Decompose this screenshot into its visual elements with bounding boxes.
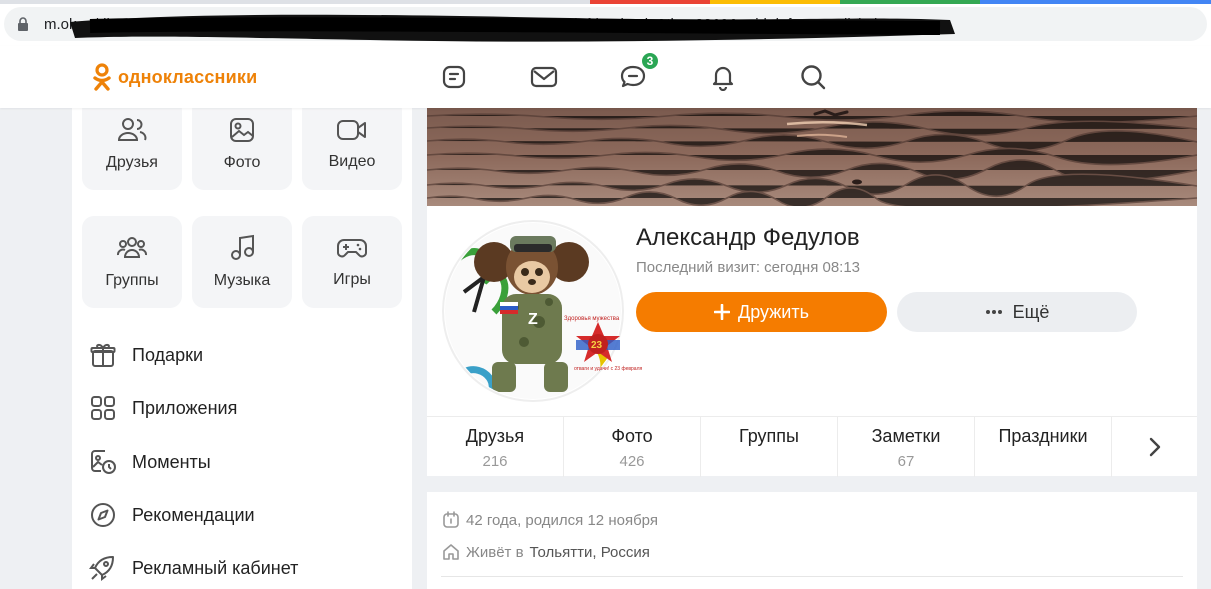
tile-video[interactable]: Видео	[302, 98, 402, 190]
photo-icon	[230, 118, 254, 142]
plus-icon	[714, 304, 731, 320]
tile-label: Игры	[333, 271, 371, 288]
tile-label: Друзья	[106, 154, 158, 171]
home-icon	[443, 544, 459, 560]
search-icon[interactable]	[798, 62, 828, 92]
profile-tabs: Друзья 216 Фото 426 Группы Заметки 67 Пр…	[427, 416, 1197, 477]
menu-item-ad-cabinet[interactable]: Рекламный кабинет	[88, 552, 298, 584]
add-friend-button[interactable]: Дружить	[636, 292, 887, 332]
tile-label: Фото	[223, 154, 261, 171]
tile-label: Группы	[105, 272, 159, 289]
avatar-sticker-number: 23	[591, 340, 603, 351]
menu-item-label: Рекомендации	[132, 504, 255, 525]
notifications-icon[interactable]	[708, 62, 738, 92]
site-header: одноклассники 3	[0, 46, 1211, 108]
menu-item-apps[interactable]: Приложения	[88, 392, 237, 424]
moments-icon	[88, 447, 118, 477]
last-visit: Последний визит: сегодня 08:13	[636, 259, 861, 276]
menu-item-recommendations[interactable]: Рекомендации	[88, 499, 255, 531]
tab-holidays[interactable]: Праздники	[975, 417, 1112, 477]
friends-icon	[117, 118, 147, 141]
tab-friends[interactable]: Друзья 216	[427, 417, 564, 477]
messages-icon[interactable]	[529, 62, 559, 92]
menu-item-moments[interactable]: Моменты	[88, 446, 211, 478]
avatar[interactable]: Z 23 Здоровья мужества отваги и удачи! с…	[444, 222, 642, 400]
chevron-right-icon	[1149, 437, 1160, 457]
avatar-sticker-bottom-text: отваги и удачи! с 23 февраля	[574, 366, 642, 372]
tab-count: 67	[897, 453, 915, 470]
menu-item-gifts[interactable]: Подарки	[88, 339, 203, 371]
menu-item-label: Рекламный кабинет	[132, 557, 299, 578]
info-lives-prefix: Живёт в	[466, 543, 524, 561]
ok-logo-icon	[93, 63, 111, 91]
sea-sunset-image	[427, 108, 1197, 206]
tab-label: Заметки	[871, 426, 941, 446]
tile-photo[interactable]: Фото	[192, 98, 292, 190]
menu-item-label: Моменты	[132, 451, 211, 472]
info-age-row: 42 года, родился 12 ноября	[442, 511, 658, 529]
avatar-z-letter: Z	[528, 311, 538, 328]
bookmark-color-bar	[980, 0, 1211, 4]
groups-icon	[117, 237, 147, 258]
avatar-image: Z 23 Здоровья мужества отваги и удачи! с…	[445, 223, 642, 399]
divider	[441, 576, 1183, 577]
calendar-icon	[443, 511, 459, 528]
rocket-icon	[88, 553, 118, 583]
tab-count: 426	[619, 453, 645, 470]
left-sidebar: Друзья Фото Видео Группы Музыка Игры Под…	[72, 98, 412, 589]
lock-icon[interactable]	[16, 17, 30, 32]
add-friend-label: Дружить	[738, 301, 809, 322]
avatar-sticker-top-text: Здоровья мужества	[564, 316, 620, 322]
discussions-badge: 3	[640, 51, 660, 71]
menu-item-label: Подарки	[132, 344, 204, 365]
redaction-scribble	[70, 14, 955, 42]
tab-photos[interactable]: Фото 426	[564, 417, 701, 477]
tab-label: Фото	[611, 426, 653, 446]
music-icon	[231, 234, 254, 260]
tab-label: Праздники	[998, 426, 1088, 446]
apps-icon	[88, 393, 118, 423]
tile-label: Музыка	[213, 272, 271, 289]
tab-label: Друзья	[465, 426, 525, 446]
tile-label: Видео	[328, 153, 376, 170]
info-city-row: Живёт в Тольятти, Россия	[442, 543, 650, 561]
more-label: Ещё	[1012, 301, 1050, 322]
profile-info-card: 42 года, родился 12 ноября Живёт в Толья…	[427, 492, 1197, 589]
profile-card: Z 23 Здоровья мужества отваги и удачи! с…	[427, 206, 1197, 477]
browser-address-bar: m.ok.ru/dk?st.cmd=friendMain&st.friendId…	[0, 0, 1211, 46]
tab-count: 216	[482, 453, 508, 470]
tile-groups[interactable]: Группы	[82, 216, 182, 308]
ok-logo[interactable]: одноклассники	[92, 63, 257, 91]
tab-notes[interactable]: Заметки 67	[838, 417, 975, 477]
tile-friends[interactable]: Друзья	[82, 98, 182, 190]
gift-icon	[88, 340, 118, 370]
tile-games[interactable]: Игры	[302, 216, 402, 308]
tabs-next-button[interactable]	[1112, 417, 1197, 477]
tab-label: Группы	[739, 426, 799, 446]
tile-music[interactable]: Музыка	[192, 216, 292, 308]
menu-item-label: Приложения	[132, 397, 238, 418]
video-icon	[337, 120, 366, 140]
profile-cover-photo[interactable]	[427, 108, 1197, 206]
profile-name: Александр Федулов	[636, 224, 860, 251]
info-city-link[interactable]: Тольятти, Россия	[530, 544, 650, 561]
ok-logo-text: одноклассники	[118, 66, 258, 87]
feed-icon[interactable]	[439, 62, 469, 92]
tab-groups[interactable]: Группы	[701, 417, 838, 477]
compass-icon	[88, 500, 118, 530]
more-dots-icon	[985, 310, 1002, 314]
gamepad-icon	[337, 239, 367, 258]
more-button[interactable]: Ещё	[897, 292, 1137, 332]
info-age: 42 года, родился 12 ноября	[466, 511, 658, 529]
